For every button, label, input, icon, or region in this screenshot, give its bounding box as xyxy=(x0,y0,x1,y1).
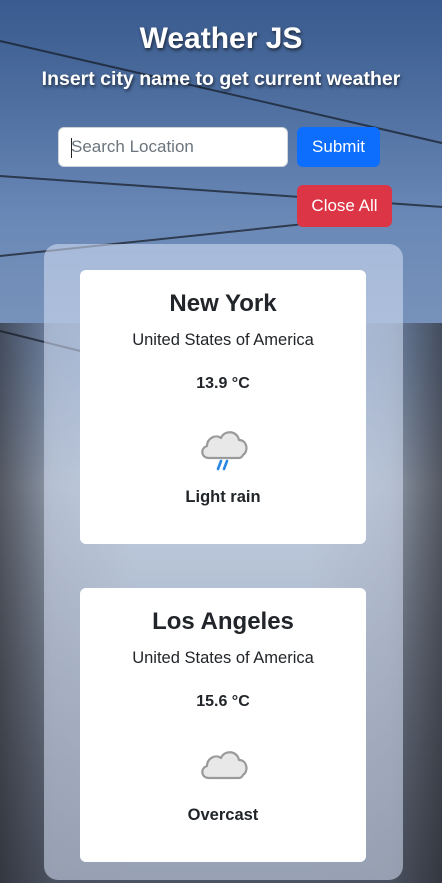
weather-condition: Overcast xyxy=(187,806,259,824)
light-rain-icon xyxy=(197,424,251,472)
city-name: Los Angeles xyxy=(152,608,294,635)
page-subtitle: Insert city name to get current weather xyxy=(41,68,401,90)
results-panel: New York United States of America 13.9 °… xyxy=(44,244,403,880)
weather-condition: Light rain xyxy=(185,488,261,506)
country-name: United States of America xyxy=(132,649,314,667)
temperature: 15.6 °C xyxy=(196,693,250,710)
weather-card: Los Angeles United States of America 15.… xyxy=(80,588,366,862)
temperature: 13.9 °C xyxy=(196,375,250,392)
country-name: United States of America xyxy=(132,331,314,349)
close-all-button[interactable]: Close All xyxy=(297,185,392,227)
submit-button[interactable]: Submit xyxy=(297,127,380,167)
weather-card: New York United States of America 13.9 °… xyxy=(80,270,366,544)
page-title: Weather JS xyxy=(139,22,303,55)
city-name: New York xyxy=(169,290,277,317)
search-input[interactable] xyxy=(58,127,288,167)
text-caret xyxy=(71,138,72,158)
overcast-icon xyxy=(197,742,251,790)
